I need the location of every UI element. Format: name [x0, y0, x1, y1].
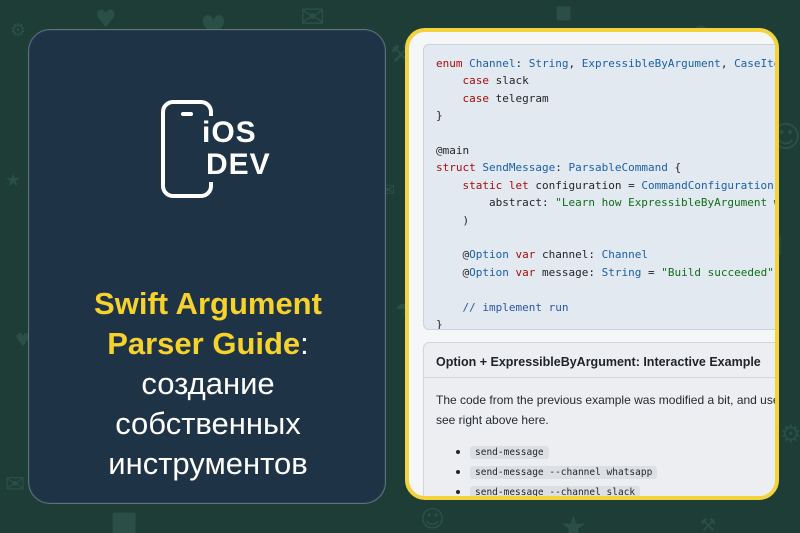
subtitle-line-2: собственных	[115, 406, 301, 441]
logo-text-ios: iOS	[199, 116, 260, 150]
code-line: // implement run	[462, 300, 569, 314]
list-item: send-message	[436, 442, 775, 462]
code-line: }	[436, 109, 443, 123]
pattern-icon: ■	[555, 2, 573, 23]
pattern-icon: ⚙	[780, 420, 800, 448]
bullet-icon	[456, 490, 460, 494]
logo-text-dev: DEV	[203, 148, 274, 182]
code-line: @main	[436, 144, 470, 158]
code-line: abstract: "Learn how ExpressibleByArgume…	[436, 196, 775, 210]
code-line: enum Channel: String, ExpressibleByArgum…	[436, 57, 775, 70]
pattern-icon: ✉	[5, 470, 26, 498]
phone-notch	[181, 112, 193, 116]
pattern-icon: ☺	[420, 505, 446, 533]
description-line-1: The code from the previous example was m…	[436, 393, 779, 407]
subtitle-line-3: инструментов	[108, 446, 308, 481]
ios-dev-logo: iOS DEV	[161, 100, 274, 230]
code-line: case telegram	[462, 91, 549, 105]
title-card: iOS DEV Swift Argument Parser Guide: соз…	[28, 29, 386, 504]
title-colon: :	[300, 326, 309, 361]
command-code: send-message	[470, 445, 549, 459]
code-line: )	[436, 213, 470, 227]
code-line: @Option var message: String = "Build suc…	[436, 265, 774, 279]
bullet-icon	[456, 470, 460, 474]
section-description: The code from the previous example was m…	[436, 390, 779, 430]
list-item: send-message --channel slack	[436, 482, 775, 496]
list-item: send-message --channel whatsapp	[436, 462, 775, 482]
code-line: ​	[436, 281, 775, 298]
command-code: send-message --channel whatsapp	[470, 465, 658, 479]
docs-screenshot-card: enum Channel: String, ExpressibleByArgum…	[405, 28, 779, 500]
code-line: ​	[436, 125, 775, 142]
title-highlight-1: Swift Argument	[94, 286, 322, 321]
command-code: send-message --channel slack	[470, 485, 641, 496]
pattern-icon: ⚙	[10, 20, 27, 41]
page-title: Swift Argument Parser Guide: создание со…	[29, 284, 387, 484]
command-list: send-message send-message --channel what…	[436, 442, 775, 496]
code-block: enum Channel: String, ExpressibleByArgum…	[423, 44, 776, 330]
pattern-icon: ■	[110, 505, 139, 533]
title-highlight-2: Parser Guide	[107, 326, 301, 361]
code-line: }	[436, 318, 443, 330]
code-line: struct SendMessage: ParsableCommand {	[436, 161, 682, 175]
pattern-icon: ⚒	[700, 515, 717, 533]
interactive-example-section: Option + ExpressibleByArgument: Interact…	[423, 342, 779, 496]
description-line-2: see right above here.	[436, 413, 549, 427]
section-divider	[424, 377, 775, 378]
bullet-icon	[456, 450, 460, 454]
pattern-icon: ★	[560, 510, 587, 533]
code-line: static let configuration = CommandConfig…	[462, 178, 776, 192]
subtitle-line-1: создание	[141, 366, 275, 401]
section-title: Option + ExpressibleByArgument: Interact…	[436, 355, 761, 369]
code-line: @Option var channel: Channel	[436, 248, 648, 262]
code-line: ​	[436, 229, 775, 246]
pattern-icon: ★	[5, 170, 22, 191]
code-line: case slack	[462, 74, 529, 88]
